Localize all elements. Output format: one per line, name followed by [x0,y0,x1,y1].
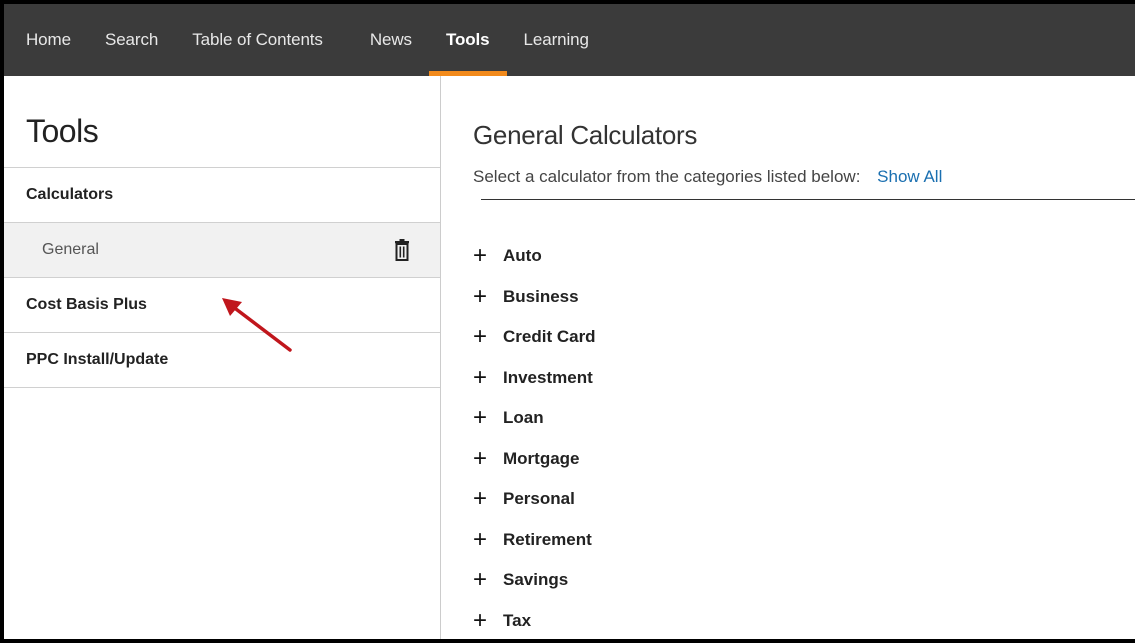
category-item-auto[interactable]: + Auto [473,236,596,277]
nav-table-of-contents[interactable]: Table of Contents [175,4,340,76]
nav-tools[interactable]: Tools [428,4,507,76]
sidebar-item-general[interactable]: General [4,223,440,278]
category-item-mortgage[interactable]: + Mortgage [473,439,596,480]
app-frame: Home Search Table of Contents News Tools… [0,0,1135,643]
category-item-personal[interactable]: + Personal [473,479,596,520]
category-item-tax[interactable]: + Tax [473,601,596,640]
trash-icon[interactable] [394,239,410,261]
plus-icon[interactable]: + [473,608,499,633]
category-label: Auto [503,246,542,266]
show-all-link[interactable]: Show All [877,167,942,186]
plus-icon[interactable]: + [473,406,499,430]
category-item-retirement[interactable]: + Retirement [473,520,596,561]
plus-icon[interactable]: + [473,244,499,268]
category-item-business[interactable]: + Business [473,277,596,318]
sidebar-item-label: PPC Install/Update [26,351,169,368]
subtitle-text: Select a calculator from the categories … [473,167,861,186]
subtitle: Select a calculator from the categories … [473,167,942,187]
category-label: Investment [503,367,593,387]
category-item-credit-card[interactable]: + Credit Card [473,317,596,358]
plus-icon[interactable]: + [473,568,499,592]
sidebar-item-calculators[interactable]: Calculators [4,168,440,223]
category-label: Credit Card [503,327,596,347]
sidebar-item-label: Calculators [26,186,114,203]
category-label: Tax [503,610,532,630]
nav-home[interactable]: Home [4,4,88,76]
main-content: General Calculators Select a calculator … [441,76,1135,640]
nav-news[interactable]: News [340,4,429,76]
plus-icon[interactable]: + [473,446,499,471]
page-title: General Calculators [473,120,698,150]
plus-icon[interactable]: + [473,325,499,349]
category-list: + Auto + Business + Credit Card + Investment… [473,236,596,640]
category-label: Retirement [503,529,592,549]
plus-icon[interactable]: + [473,527,499,552]
category-label: Savings [503,570,569,590]
sidebar: Tools Calculators General Cost Basis Plu… [4,76,441,639]
red-arrow-icon [222,298,292,352]
divider [481,199,1135,200]
sidebar-item-label: Cost Basis Plus [26,296,147,313]
category-label: Mortgage [503,448,580,468]
plus-icon[interactable]: + [473,284,499,309]
category-item-loan[interactable]: + Loan [473,398,596,439]
category-label: Loan [503,408,544,428]
sidebar-title: Tools [4,76,440,168]
sidebar-item-label: General [42,241,99,258]
nav-search[interactable]: Search [88,4,175,76]
top-navigation: Home Search Table of Contents News Tools… [4,4,1135,76]
category-item-investment[interactable]: + Investment [473,358,596,399]
category-label: Business [503,286,579,306]
nav-learning[interactable]: Learning [507,4,606,76]
plus-icon[interactable]: + [473,365,499,390]
category-item-savings[interactable]: + Savings [473,560,596,601]
category-label: Personal [503,489,575,509]
plus-icon[interactable]: + [473,487,499,511]
